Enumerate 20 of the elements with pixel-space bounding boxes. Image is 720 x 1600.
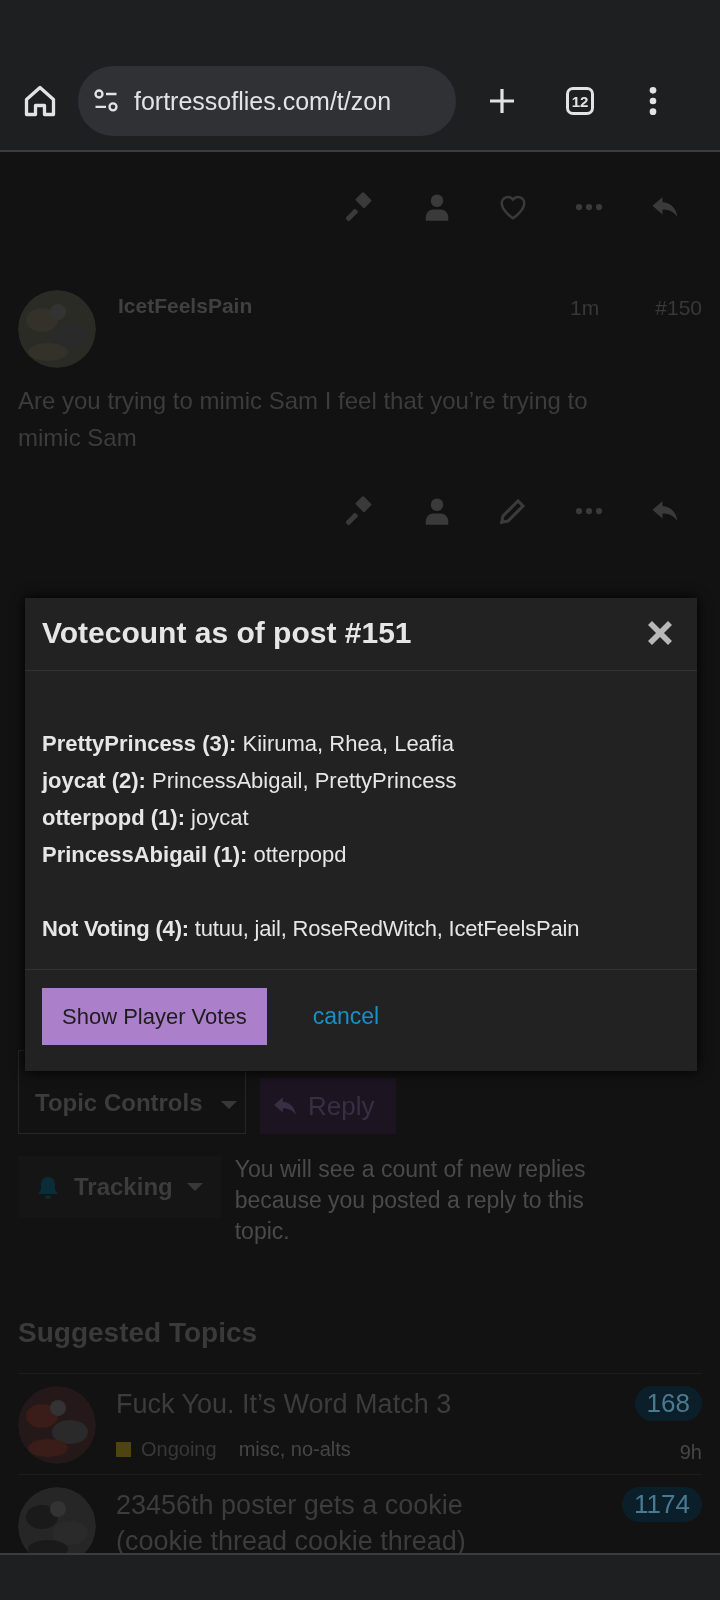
pencil-icon[interactable] (498, 496, 528, 526)
caret-icon (220, 1101, 237, 1109)
not-voting-line: Not Voting (4): tutuu, jail, RoseRedWitch, IcetFeelsPain (42, 915, 581, 943)
vote-line: PrettyPrincess (3): Kiiruma, Rhea, Leafia (42, 730, 456, 758)
reply-count: 1174 (622, 1487, 702, 1522)
cancel-link[interactable]: cancel (312, 1003, 380, 1030)
url-text: fortressoflies.com/t/zon (134, 86, 392, 116)
tab-count[interactable]: 12 (566, 87, 594, 115)
address-bar[interactable]: fortressoflies.com/t/zon (78, 66, 456, 136)
vote-line: joycat (2): PrincessAbigail, PrettyPrincess (42, 767, 458, 795)
tracking-description: You will see a count of new replies because you posted a reply to this topic. (234, 1155, 587, 1246)
dialog-title: Votecount as of post #151 (42, 616, 412, 650)
reply-count: 168 (634, 1386, 702, 1421)
vote-line: otterpopd (1): joycat (42, 804, 250, 832)
home-icon[interactable] (22, 83, 58, 119)
vote-line: PrincessAbigail (1): otterpopd (42, 841, 348, 869)
show-player-votes-button[interactable]: Show Player Votes (42, 988, 267, 1045)
menu-icon[interactable] (648, 85, 658, 117)
bell-icon (36, 1174, 60, 1200)
caret-icon (186, 1183, 203, 1191)
